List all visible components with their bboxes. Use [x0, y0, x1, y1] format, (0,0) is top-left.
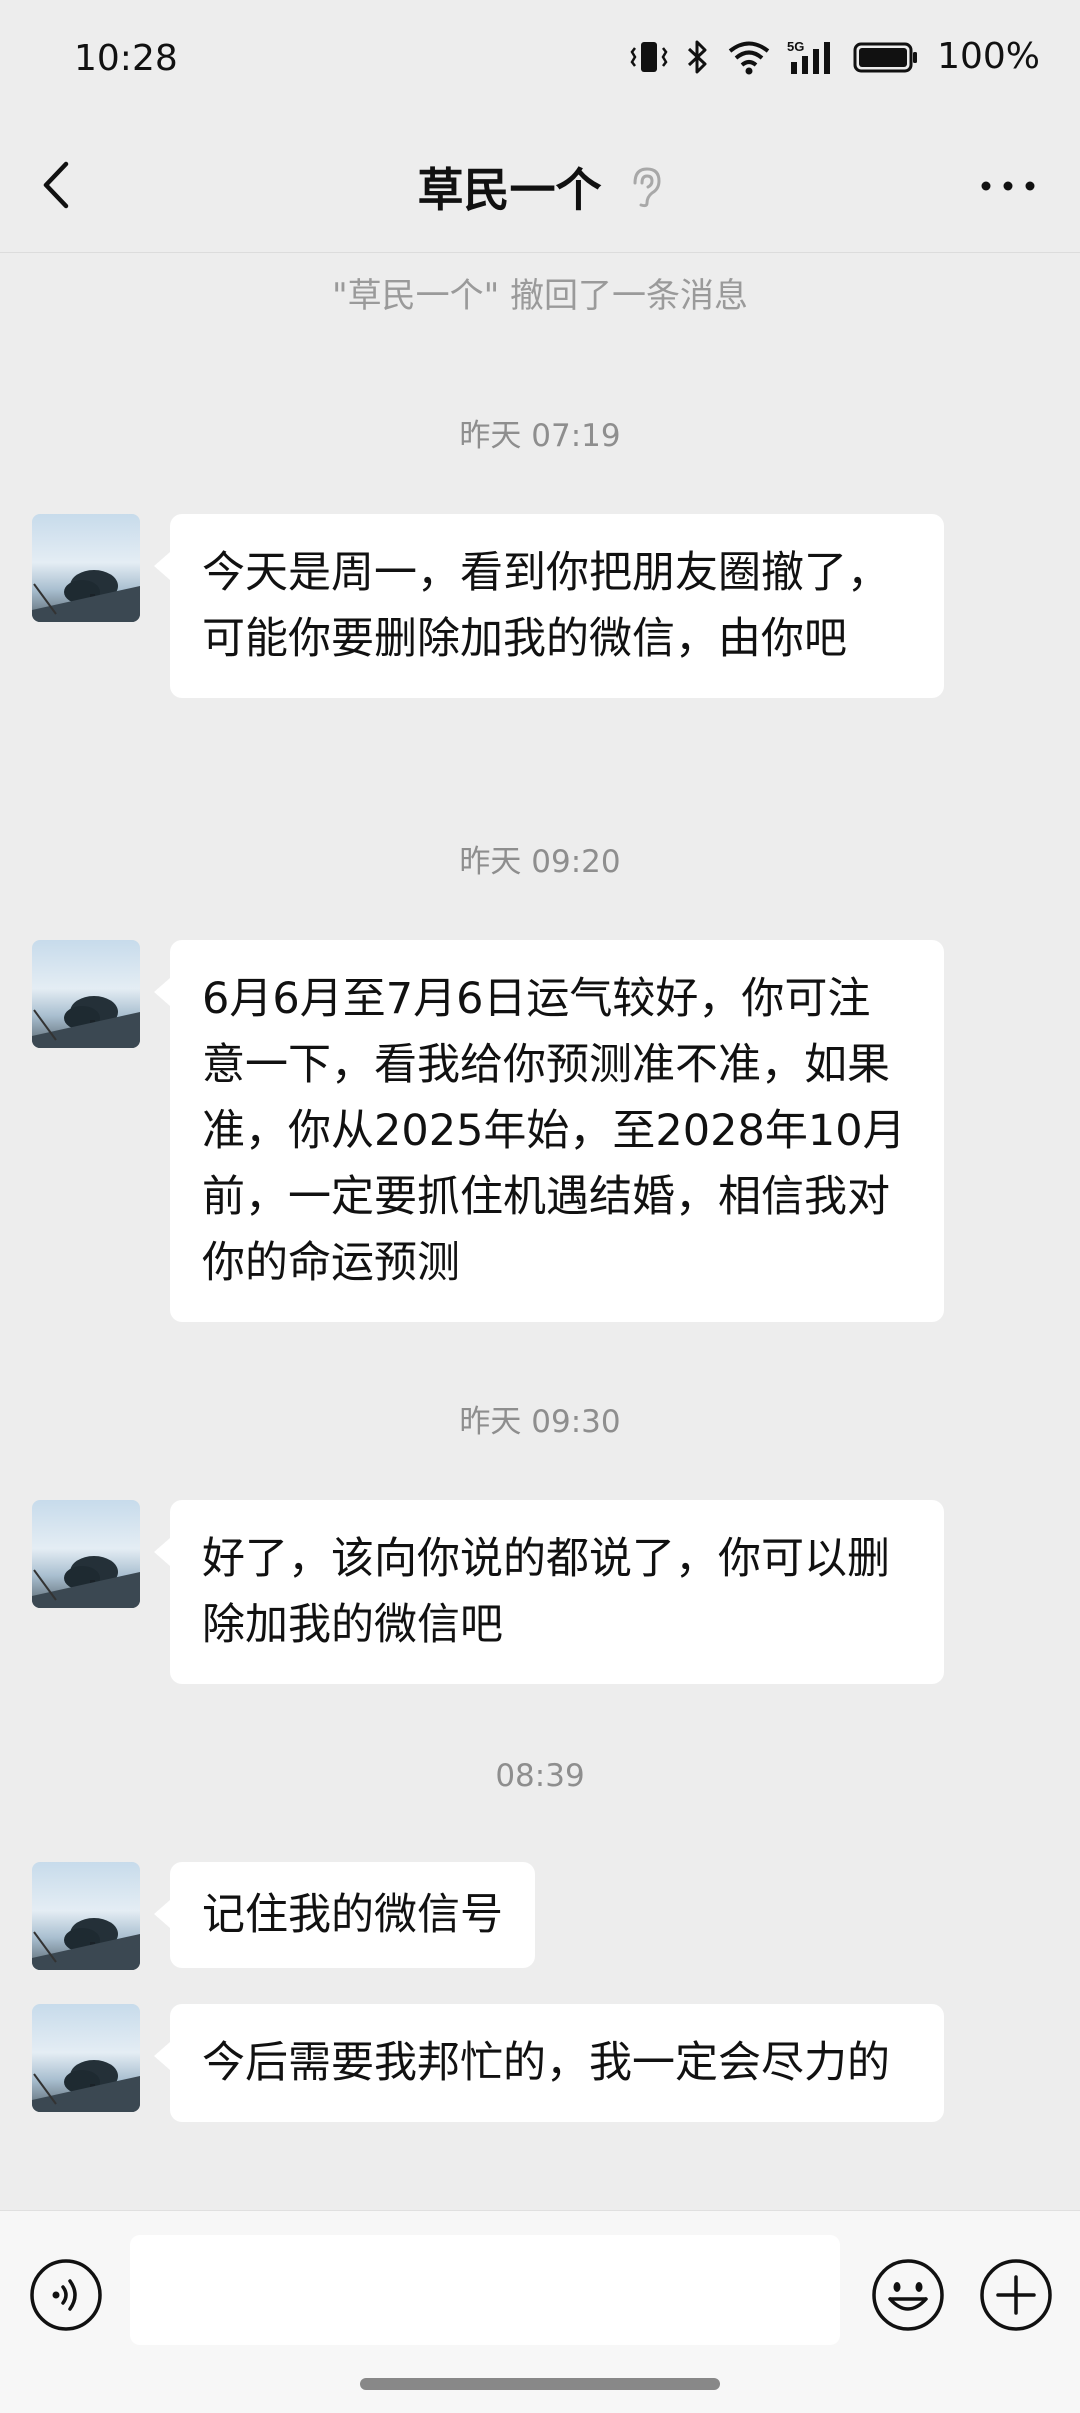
tree-silhouette — [32, 570, 140, 622]
more-button[interactable] — [976, 170, 1040, 202]
voice-icon — [30, 2259, 102, 2331]
avatar[interactable] — [32, 1862, 140, 1970]
chat-title[interactable]: 草民一个 — [417, 163, 601, 217]
plus-icon — [980, 2259, 1052, 2331]
timestamp: 昨天 09:20 — [459, 844, 621, 880]
status-icons: 5G 100% — [629, 36, 1040, 77]
tree-silhouette — [32, 996, 140, 1048]
voice-button[interactable] — [28, 2257, 104, 2333]
signal-5g-icon: 5G — [787, 39, 831, 74]
message-bubble[interactable]: 今后需要我邦忙的，我一定会尽力的 — [154, 2004, 944, 2122]
avatar[interactable] — [32, 2004, 140, 2112]
tree-silhouette — [32, 2060, 140, 2112]
avatar[interactable] — [32, 514, 140, 622]
svg-text:5G: 5G — [787, 39, 804, 54]
plus-button[interactable] — [978, 2257, 1054, 2333]
emoji-button[interactable] — [870, 2257, 946, 2333]
message-bubble[interactable]: 6月6月至7月6日运气较好，你可注意一下，看我给你预测准不准，如果准，你从202… — [154, 940, 944, 1322]
avatar[interactable] — [32, 1500, 140, 1608]
more-dots-icon — [981, 181, 1035, 191]
tree-silhouette — [32, 1918, 140, 1970]
emoji-icon — [872, 2259, 944, 2331]
message-bubble[interactable]: 好了，该向你说的都说了，你可以删除加我的微信吧 — [154, 1500, 944, 1684]
timestamp: 昨天 09:30 — [459, 1404, 621, 1440]
chat-header: 草民一个 — [0, 120, 1080, 253]
ear-icon — [633, 167, 661, 208]
home-indicator[interactable] — [360, 2378, 720, 2390]
avatar[interactable] — [32, 940, 140, 1048]
tree-silhouette — [32, 1556, 140, 1608]
timestamp: 08:39 — [495, 1758, 585, 1794]
wifi-icon — [728, 41, 770, 74]
bluetooth-icon — [688, 40, 707, 73]
message-bubble[interactable]: 记住我的微信号 — [154, 1862, 535, 1968]
status-bar: 10:28 5G 100% — [0, 0, 1080, 120]
timestamp: 昨天 07:19 — [459, 418, 621, 454]
title-wrap: 草民一个 — [0, 154, 1080, 220]
battery-icon — [853, 42, 918, 72]
message-bubble[interactable]: 今天是周一，看到你把朋友圈撤了，可能你要删除加我的微信，由你吧 — [154, 514, 944, 698]
battery-percent: 100% — [937, 36, 1040, 77]
vibrate-icon — [630, 41, 668, 72]
message-input[interactable] — [130, 2235, 840, 2345]
recall-notice: "草民一个" 撤回了一条消息 — [331, 276, 749, 316]
status-time: 10:28 — [74, 38, 178, 79]
